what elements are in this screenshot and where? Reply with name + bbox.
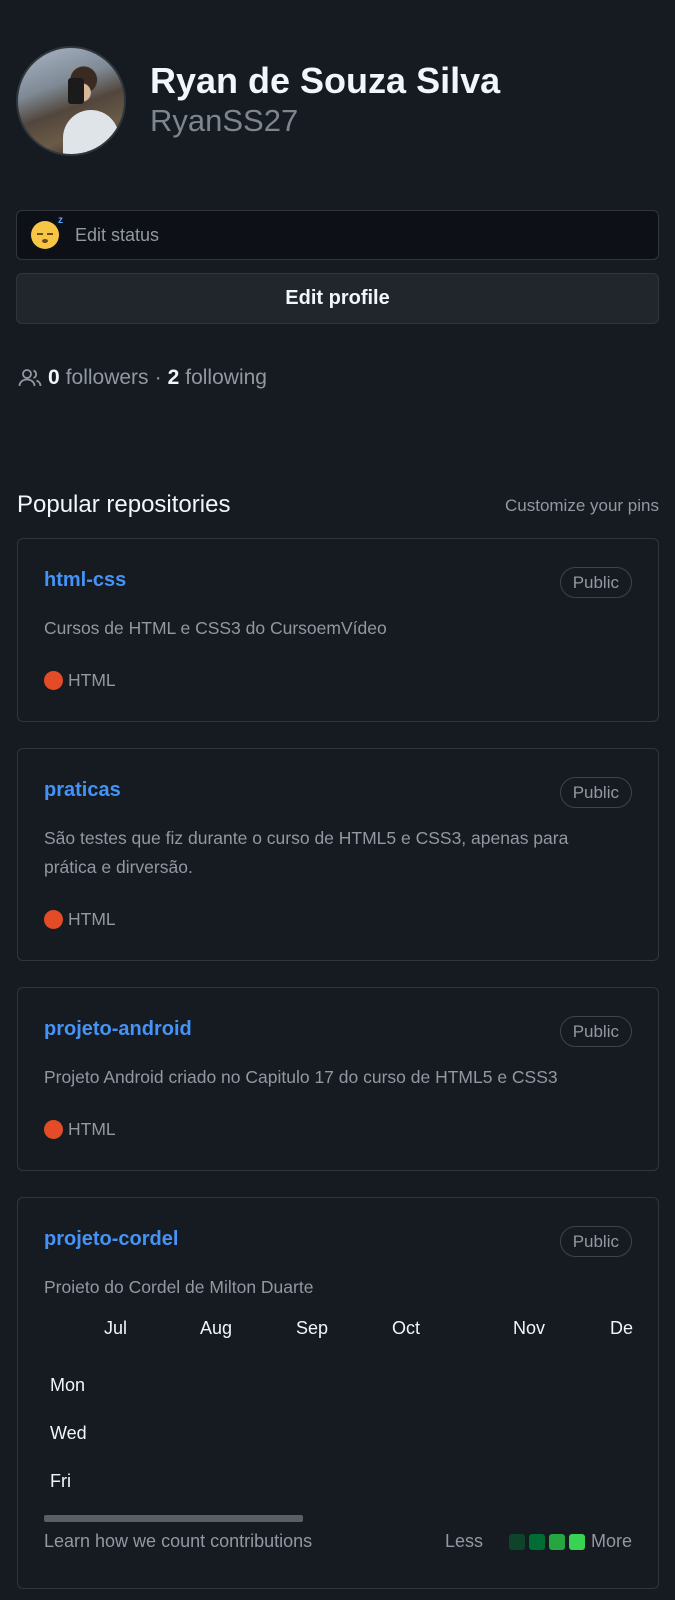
month-label: Nov [513,1318,546,1338]
legend-level-3 [548,1533,565,1550]
language-color-dot [44,1120,63,1139]
edit-status-label: Edit status [75,224,160,245]
following-count: 2 [167,366,180,389]
profile-header: Ryan de Souza Silva RyanSS27 [16,46,500,156]
repo-card: praticas Public São testes que fiz duran… [17,748,659,961]
legend-level-2 [528,1533,545,1550]
avatar[interactable] [16,46,126,156]
visibility-badge: Public [559,567,632,598]
profile-full-name: Ryan de Souza Silva [150,60,501,101]
month-label: Aug [200,1318,233,1338]
edit-status-button[interactable]: z Edit status [16,210,659,260]
visibility-badge: Public [559,777,632,808]
repo-language: HTML [44,670,116,691]
follow-stats: 0 followers · 2 following [18,366,267,390]
repo-language: HTML [44,1119,116,1140]
popular-repositories-title: Popular repositories [17,491,231,518]
repo-card: html-css Public Cursos de HTML e CSS3 do… [17,538,659,722]
visibility-badge: Public [559,1226,632,1257]
repo-description: Projeto Android criado no Capitulo 17 do… [44,1067,558,1087]
learn-contributions-link[interactable]: Learn how we count contributions [44,1531,312,1552]
language-color-dot [44,671,63,690]
contribution-legend: Less More [445,1531,632,1552]
repo-name-link[interactable]: html-css [44,569,126,592]
following-label: following [185,366,267,389]
day-label: Mon [50,1375,86,1395]
repo-description: Cursos de HTML e CSS3 do CursoemVídeo [44,618,387,638]
edit-profile-button[interactable]: Edit profile [16,273,659,324]
language-color-dot [44,910,63,929]
sleeping-face-icon: z [31,215,63,249]
month-label: Oct [392,1318,421,1338]
graph-scrollbar[interactable] [44,1515,303,1522]
followers-link[interactable]: 0 followers [48,366,149,390]
month-label: De [610,1318,634,1338]
profile-login: RyanSS27 [150,103,299,138]
repo-language-label: HTML [68,1119,116,1139]
repo-name-link[interactable]: praticas [44,779,121,802]
customize-pins-link[interactable]: Customize your pins [505,496,659,516]
legend-more-label: More [590,1531,632,1551]
legend-level-1 [508,1533,525,1550]
day-label: Fri [50,1471,71,1491]
visibility-badge: Public [559,1016,632,1047]
repo-card: projeto-android Public Projeto Android c… [17,987,659,1171]
repo-name-link[interactable]: projeto-android [44,1018,192,1041]
month-label: Sep [296,1318,329,1338]
repo-description: São testes que fiz durante o curso de HT… [44,828,569,877]
legend-less-label: Less [444,1531,483,1551]
followers-count: 0 [48,366,60,389]
profile-names: Ryan de Souza Silva RyanSS27 [150,61,500,141]
month-label: Jul [104,1318,128,1338]
repo-language-label: HTML [68,909,116,929]
repo-name-link[interactable]: projeto-cordel [44,1228,178,1251]
legend-level-4 [568,1533,585,1550]
repo-language-label: HTML [68,670,116,690]
following-link[interactable]: 2 following [168,366,267,390]
repo-language: HTML [44,909,116,930]
follow-separator: · [154,366,162,389]
day-label: Wed [50,1423,87,1443]
people-icon [18,369,42,387]
followers-label: followers [65,366,149,389]
